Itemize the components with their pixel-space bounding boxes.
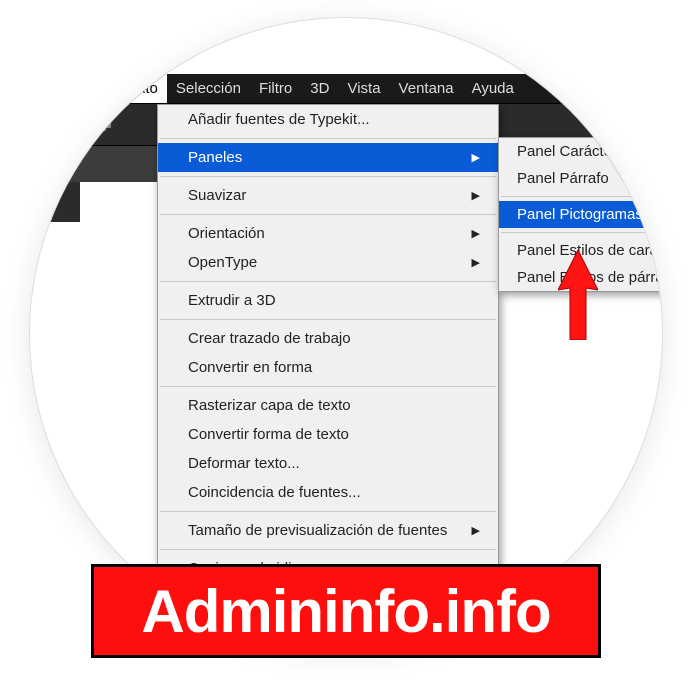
menuitem-label: Convertir en forma: [188, 359, 312, 376]
menuitem-label: Orientación: [188, 225, 265, 242]
subitem-panel-pictogramas[interactable]: Panel Pictogramas: [499, 201, 662, 228]
menuitem-label: Crear trazado de trabajo: [188, 330, 351, 347]
separator: [501, 196, 662, 197]
toggle-panels-icon[interactable]: [90, 112, 116, 138]
submenu-arrow-icon: ▶: [472, 227, 480, 240]
menuitem-label: Panel Párrafo: [517, 170, 609, 187]
menuitem-label: Coincidencia de fuentes...: [188, 484, 361, 501]
separator: [160, 549, 496, 550]
menuitem-label: Convertir forma de texto: [188, 426, 349, 443]
menuitem-anadir-typekit[interactable]: Añadir fuentes de Typekit...: [158, 105, 498, 134]
paneles-submenu: Panel Carácter Panel Párrafo Panel Picto…: [498, 137, 662, 292]
separator: [160, 281, 496, 282]
menuitem-label: Panel Carácter: [517, 143, 617, 160]
menu-texto[interactable]: Texto: [113, 74, 167, 103]
circle-crop: apa Texto Selección Filtro 3D Vista Vent…: [30, 18, 662, 650]
menu-ventana[interactable]: Ventana: [390, 74, 463, 103]
menu-capa[interactable]: apa: [70, 74, 113, 103]
menuitem-convertir-forma[interactable]: Convertir en forma: [158, 353, 498, 382]
menuitem-label: Paneles: [188, 149, 242, 166]
subitem-panel-parrafo[interactable]: Panel Párrafo: [499, 165, 662, 192]
submenu-arrow-icon: ▶: [472, 256, 480, 269]
anch-label: Anch.:: [653, 114, 662, 129]
menuitem-label: Panel Estilos de párrafo: [517, 269, 662, 286]
submenu-arrow-icon: ▶: [472, 189, 480, 202]
separator: [160, 214, 496, 215]
watermark-text: Admininfo.info: [141, 577, 550, 646]
menuitem-suavizar[interactable]: Suavizar ▶: [158, 181, 498, 210]
separator: [160, 386, 496, 387]
menubar: apa Texto Selección Filtro 3D Vista Vent…: [30, 74, 662, 104]
separator: [501, 232, 662, 233]
subitem-panel-estilos-caracter[interactable]: Panel Estilos de carácter: [499, 237, 662, 264]
app-root: apa Texto Selección Filtro 3D Vista Vent…: [30, 18, 662, 182]
subitem-panel-caracter[interactable]: Panel Carácter: [499, 138, 662, 165]
menuitem-label: Deformar texto...: [188, 455, 300, 472]
menuitem-label: Rasterizar capa de texto: [188, 397, 351, 414]
separator: [160, 319, 496, 320]
menuitem-label: Extrudir a 3D: [188, 292, 276, 309]
menuitem-label: Panel Pictogramas: [517, 206, 643, 223]
menu-3d[interactable]: 3D: [301, 74, 338, 103]
menuitem-label: Panel Estilos de carácter: [517, 242, 662, 259]
submenu-arrow-icon: ▶: [472, 524, 480, 537]
menuitem-convertir-forma-texto[interactable]: Convertir forma de texto: [158, 420, 498, 449]
menuitem-tamano-previsualizacion[interactable]: Tamaño de previsualización de fuentes ▶: [158, 516, 498, 545]
menu-seleccion[interactable]: Selección: [167, 74, 250, 103]
separator: [160, 511, 496, 512]
menuitem-label: Tamaño de previsualización de fuentes: [188, 522, 447, 539]
menuitem-orientacion[interactable]: Orientación ▶: [158, 219, 498, 248]
menu-ayuda[interactable]: Ayuda: [463, 74, 523, 103]
texto-dropdown: Añadir fuentes de Typekit... Paneles ▶ S…: [157, 104, 499, 584]
watermark-banner: Admininfo.info: [91, 564, 601, 658]
menuitem-crear-trazado[interactable]: Crear trazado de trabajo: [158, 324, 498, 353]
menuitem-opentype[interactable]: OpenType ▶: [158, 248, 498, 277]
menuitem-extrudir-3d[interactable]: Extrudir a 3D: [158, 286, 498, 315]
document-tab[interactable]: Sin: [35, 156, 75, 172]
menuitem-label: Suavizar: [188, 187, 246, 204]
menuitem-label: OpenType: [188, 254, 257, 271]
subitem-panel-estilos-parrafo[interactable]: Panel Estilos de párrafo: [499, 264, 662, 291]
menu-filtro[interactable]: Filtro: [250, 74, 301, 103]
separator: [160, 176, 496, 177]
submenu-arrow-icon: ▶: [472, 151, 480, 164]
menu-vista[interactable]: Vista: [338, 74, 389, 103]
menuitem-label: Añadir fuentes de Typekit...: [188, 111, 370, 128]
dark-side-fragment: [30, 182, 80, 222]
menuitem-rasterizar[interactable]: Rasterizar capa de texto: [158, 391, 498, 420]
menuitem-coincidencia-fuentes[interactable]: Coincidencia de fuentes...: [158, 478, 498, 507]
separator: [160, 138, 496, 139]
menuitem-deformar[interactable]: Deformar texto...: [158, 449, 498, 478]
menuitem-paneles[interactable]: Paneles ▶: [158, 143, 498, 172]
